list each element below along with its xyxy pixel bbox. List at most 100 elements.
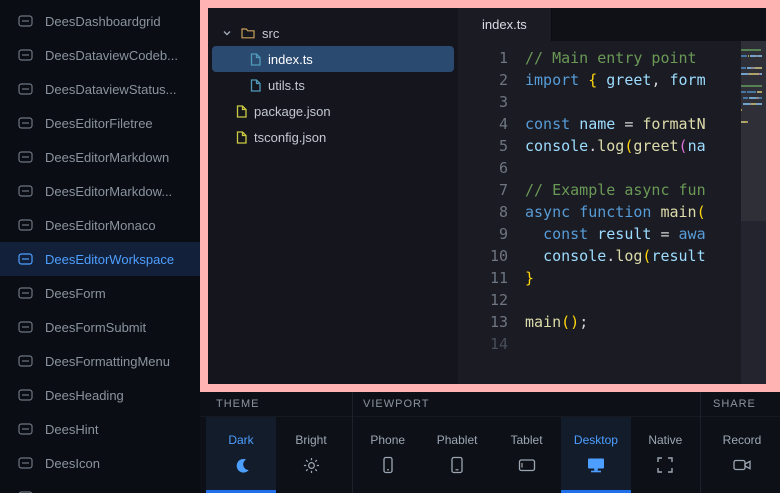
moon-icon: [233, 456, 250, 474]
toolbar-section-viewport: VIEWPORT Phone Phablet Tablet Desktop Native: [352, 392, 700, 493]
sidebar-item-label: DeesDataviewCodeb...: [45, 48, 178, 63]
line-number: 4: [458, 113, 508, 135]
viewport-tablet-button[interactable]: Tablet: [492, 417, 561, 493]
editor-tab-label: index.ts: [482, 17, 527, 32]
theme-dark-button[interactable]: Dark: [206, 417, 276, 493]
sidebar-item-deeseditormonaco[interactable]: DeesEditorMonaco: [0, 208, 200, 242]
tree-item-label: tsconfig.json: [254, 130, 326, 145]
toolbar-section-body: Dark Bright: [200, 417, 352, 493]
line-number: 11: [458, 267, 508, 289]
sidebar-item-label: DeesHeading: [45, 388, 124, 403]
line-number: 10: [458, 245, 508, 267]
sidebar-item-deesdataviewcodeb[interactable]: DeesDataviewCodeb...: [0, 38, 200, 72]
line-number: 1: [458, 47, 508, 69]
sidebar-item-deesformsubmit[interactable]: DeesFormSubmit: [0, 310, 200, 344]
toolbar-section-title: SHARE: [701, 392, 780, 417]
tablet-icon: [518, 456, 536, 474]
minimap-slider[interactable]: [741, 41, 766, 221]
sidebar-item-label: DeesEditorMarkdow...: [45, 184, 172, 199]
tree-item-label: utils.ts: [268, 78, 305, 93]
sidebar-item-deesform[interactable]: DeesForm: [0, 276, 200, 310]
sidebar-item-label: DeesEditorFiletree: [45, 116, 153, 131]
sidebar-item-label: DeesFormattingMenu: [45, 354, 170, 369]
record-icon: [733, 456, 752, 474]
share-record-button[interactable]: Record: [704, 417, 780, 493]
sidebar-item-deesformattingmenu[interactable]: DeesFormattingMenu: [0, 344, 200, 378]
code-line: console.log(greet(na: [525, 135, 766, 157]
component-icon: [18, 355, 33, 367]
toolbar-button-label: Tablet: [511, 433, 543, 447]
component-sidebar: DeesDashboardgrid DeesDataviewCodeb... Dee…: [0, 0, 200, 493]
component-icon: [18, 185, 33, 197]
component-icon: [18, 457, 33, 469]
line-number-gutter: 1234567891011121314: [458, 47, 508, 384]
sidebar-item-deeseditormarkdow[interactable]: DeesEditorMarkdow...: [0, 174, 200, 208]
editor-tab-index-ts[interactable]: index.ts: [458, 8, 552, 41]
phone-icon: [379, 456, 397, 474]
code-line: }: [525, 267, 766, 289]
component-icon: [18, 15, 33, 27]
line-number: 5: [458, 135, 508, 157]
editor-workspace: src index.ts utils.ts package.json tsconfig.…: [208, 8, 766, 384]
sidebar-item-deesicon[interactable]: DeesIcon: [0, 446, 200, 480]
desktop-icon: [587, 456, 605, 474]
code-line: main();: [525, 311, 766, 333]
viewport-phablet-button[interactable]: Phablet: [422, 417, 491, 493]
component-icon: [18, 151, 33, 163]
component-icon: [18, 321, 33, 333]
code-line: console.log(result: [525, 245, 766, 267]
sidebar-item-deeseditormarkdown[interactable]: DeesEditorMarkdown: [0, 140, 200, 174]
toolbar-button-label: Phablet: [437, 433, 478, 447]
sidebar-item-deeshint[interactable]: DeesHint: [0, 412, 200, 446]
tree-item-src[interactable]: src: [212, 20, 454, 46]
sidebar-item-label: DeesHint: [45, 422, 98, 437]
tree-item-index-ts[interactable]: index.ts: [212, 46, 454, 72]
sidebar-item-label: DeesEditorMonaco: [45, 218, 156, 233]
chevron-down-icon[interactable]: [220, 26, 234, 40]
line-number: 14: [458, 333, 508, 355]
line-number: 6: [458, 157, 508, 179]
code-line: [525, 289, 766, 311]
tree-item-utils-ts[interactable]: utils.ts: [212, 72, 454, 98]
code-lines: // Main entry pointimport { greet, formc…: [508, 47, 766, 384]
toolbar-button-label: Record: [723, 433, 762, 447]
tree-item-label: package.json: [254, 104, 331, 119]
tree-item-label: index.ts: [268, 52, 313, 67]
sidebar-item-deesdashboardgrid[interactable]: DeesDashboardgrid: [0, 4, 200, 38]
json-file-icon: [236, 131, 247, 144]
code-area[interactable]: 1234567891011121314 // Main entry pointi…: [458, 41, 766, 384]
code-line: [525, 333, 766, 355]
line-number: 9: [458, 223, 508, 245]
editor-pane: index.ts 1234567891011121314 // Main ent…: [458, 8, 766, 384]
line-number: 8: [458, 201, 508, 223]
code-line: // Example async fun: [525, 179, 766, 201]
viewport-desktop-button[interactable]: Desktop: [561, 417, 630, 493]
sidebar-item-label: DeesIcon: [45, 456, 100, 471]
sidebar-item-deesdataviewstatus[interactable]: DeesDataviewStatus...: [0, 72, 200, 106]
theme-bright-button[interactable]: Bright: [276, 417, 346, 493]
viewport-native-button[interactable]: Native: [631, 417, 700, 493]
sidebar-item-label: DeesInputBase: [45, 490, 134, 493]
toolbar-button-label: Phone: [370, 433, 405, 447]
code-line: import { greet, form: [525, 69, 766, 91]
sidebar-item-deesinputbase[interactable]: DeesInputBase: [0, 480, 200, 493]
tree-item-label: src: [262, 26, 279, 41]
tree-item-package-json[interactable]: package.json: [212, 98, 454, 124]
demo-toolbar: THEMEDarkBrightVIEWPORTPhonePhabletTable…: [200, 392, 780, 493]
toolbar-button-label: Bright: [295, 433, 326, 447]
sidebar-item-deesheading[interactable]: DeesHeading: [0, 378, 200, 412]
toolbar-button-label: Dark: [228, 433, 253, 447]
viewport-phone-button[interactable]: Phone: [353, 417, 422, 493]
component-icon: [18, 117, 33, 129]
code-line: const name = formatN: [525, 113, 766, 135]
toolbar-button-label: Native: [648, 433, 682, 447]
minimap[interactable]: [741, 41, 766, 384]
line-number: 3: [458, 91, 508, 113]
toolbar-section-title: VIEWPORT: [353, 392, 700, 417]
sidebar-item-deeseditorfiletree[interactable]: DeesEditorFiletree: [0, 106, 200, 140]
sidebar-item-deeseditorworkspace[interactable]: DeesEditorWorkspace: [0, 242, 200, 276]
tree-item-tsconfig-json[interactable]: tsconfig.json: [212, 124, 454, 150]
component-icon: [18, 253, 33, 265]
toolbar-section-body: Record: [701, 417, 780, 493]
code-line: const result = awa: [525, 223, 766, 245]
